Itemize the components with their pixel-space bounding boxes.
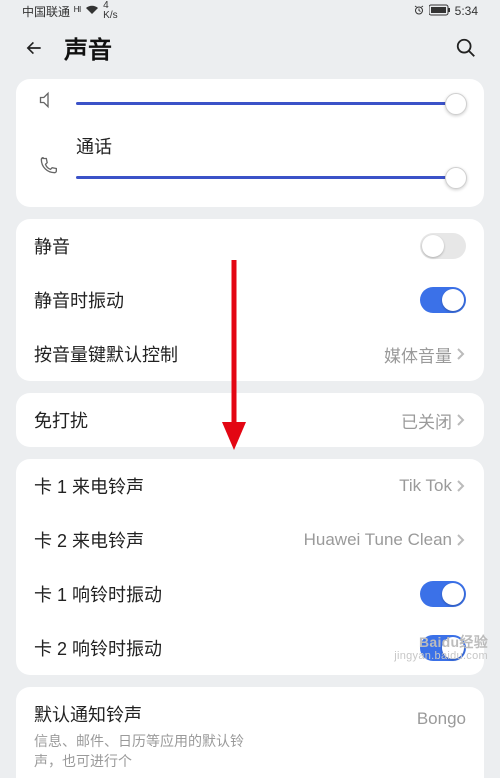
- signal-icon: ᴴᴵ: [74, 4, 81, 18]
- mute-toggle[interactable]: [420, 233, 466, 259]
- sim2-vibrate-label: 卡 2 响铃时振动: [34, 635, 420, 661]
- sim1-vibrate-row[interactable]: 卡 1 响铃时振动: [16, 567, 484, 621]
- notification-sound-title: 默认通知铃声: [16, 687, 276, 731]
- dnd-card: 免打扰 已关闭: [16, 393, 484, 447]
- notification-sound-card[interactable]: 默认通知铃声 信息、邮件、日历等应用的默认铃声，也可进行个 Bongo: [16, 687, 484, 778]
- call-volume-slider[interactable]: [76, 165, 466, 189]
- battery-icon: [429, 4, 451, 19]
- search-button[interactable]: [454, 36, 478, 60]
- call-volume-label: 通话: [76, 133, 466, 159]
- mute-card: 静音 静音时振动 按音量键默认控制 媒体音量: [16, 219, 484, 381]
- dnd-row[interactable]: 免打扰 已关闭: [16, 393, 484, 447]
- sim1-ringtone-value: Tik Tok: [399, 476, 452, 496]
- notification-sound-value: Bongo: [417, 709, 466, 729]
- alarm-icon: [413, 4, 425, 19]
- sim1-ringtone-label: 卡 1 来电铃声: [34, 473, 399, 499]
- sim1-ringtone-row[interactable]: 卡 1 来电铃声 Tik Tok: [16, 459, 484, 513]
- phone-icon: [34, 152, 62, 180]
- vibrate-on-mute-row[interactable]: 静音时振动: [16, 273, 484, 327]
- wifi-icon: [85, 4, 99, 18]
- chevron-right-icon: [456, 479, 466, 493]
- vibrate-on-mute-label: 静音时振动: [34, 287, 420, 313]
- net-speed: 4 K/s: [103, 1, 117, 21]
- mute-label: 静音: [34, 233, 420, 259]
- chevron-right-icon: [456, 347, 466, 361]
- chevron-right-icon: [456, 533, 466, 547]
- dnd-label: 免打扰: [34, 407, 401, 433]
- carrier-label: 中国联通: [22, 3, 70, 20]
- sim1-vibrate-toggle[interactable]: [420, 581, 466, 607]
- mute-row[interactable]: 静音: [16, 219, 484, 273]
- page-title: 声音: [64, 30, 112, 65]
- sim2-ringtone-label: 卡 2 来电铃声: [34, 527, 304, 553]
- sim2-ringtone-row[interactable]: 卡 2 来电铃声 Huawei Tune Clean: [16, 513, 484, 567]
- chevron-right-icon: [456, 413, 466, 427]
- back-button[interactable]: [22, 36, 46, 60]
- clock-time: 5:34: [455, 4, 478, 18]
- status-bar: 中国联通 ᴴᴵ 4 K/s 5:34: [0, 0, 500, 22]
- volume-key-label: 按音量键默认控制: [34, 341, 384, 367]
- ringtone-icon: [34, 86, 62, 114]
- page-header: 声音: [0, 22, 500, 79]
- volume-key-row[interactable]: 按音量键默认控制 媒体音量: [16, 327, 484, 381]
- ringtone-slider[interactable]: [76, 91, 466, 115]
- dnd-value: 已关闭: [401, 408, 452, 433]
- vibrate-on-mute-toggle[interactable]: [420, 287, 466, 313]
- sim2-ringtone-value: Huawei Tune Clean: [304, 530, 452, 550]
- notification-sound-desc: 信息、邮件、日历等应用的默认铃声，也可进行个: [16, 731, 276, 778]
- volume-sliders-card: 通话: [16, 79, 484, 207]
- sim1-vibrate-label: 卡 1 响铃时振动: [34, 581, 420, 607]
- volume-key-value: 媒体音量: [384, 342, 452, 367]
- watermark: Baidu经验 jingyan.baidu.com: [394, 635, 488, 662]
